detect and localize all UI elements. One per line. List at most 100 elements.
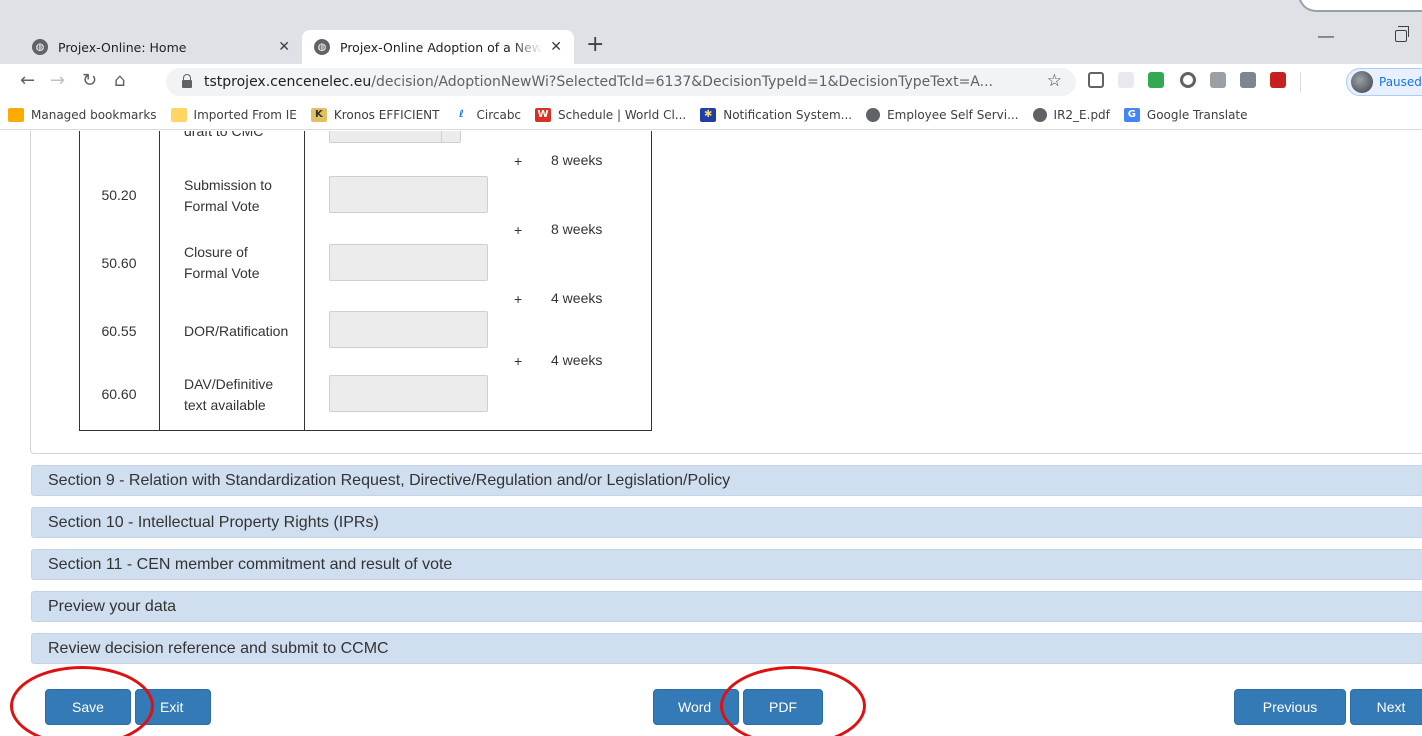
bookmark-translate[interactable]: G Google Translate <box>1123 107 1248 122</box>
bookmark-label: Managed bookmarks <box>31 107 157 122</box>
duration-plus: + <box>514 353 523 369</box>
page-content: draft to CMC + 8 weeks + 8 weeks + 4 wee… <box>0 131 1422 736</box>
bookmark-imported[interactable]: Imported From IE <box>170 107 297 122</box>
bookmark-managed[interactable]: Managed bookmarks <box>8 107 157 122</box>
url-path: /decision/AdoptionNewWi?SelectedTcId=613… <box>371 74 993 90</box>
close-tab-icon[interactable]: ✕ <box>278 39 290 55</box>
milestone-label-line: DOR/Ratification <box>184 323 289 339</box>
milestone-label-line: Submission to <box>184 177 272 193</box>
globe-icon: ◍ <box>314 39 330 55</box>
bookmark-label: Employee Self Servi... <box>887 107 1019 122</box>
toolbar-divider <box>1300 72 1301 92</box>
tab-title: Projex-Online: Home <box>58 39 187 55</box>
bookmark-label: Schedule | World Cl... <box>558 107 687 122</box>
milestone-label: DAV/Definitive text available <box>184 374 306 416</box>
bookmarks-bar: Managed bookmarks Imported From IE K Kron… <box>0 100 1422 130</box>
milestone-date-input[interactable] <box>329 176 488 213</box>
partial-row-input-addon[interactable] <box>441 131 461 143</box>
section-9-header[interactable]: Section 9 - Relation with Standardizatio… <box>31 465 1422 496</box>
bookmark-label: Kronos EFFICIENT <box>333 107 440 122</box>
sheets-extension-icon[interactable] <box>1148 72 1164 88</box>
section-10-header[interactable]: Section 10 - Intellectual Property Right… <box>31 507 1422 538</box>
browser-tab-home[interactable]: ◍ Projex-Online: Home ✕ <box>20 30 302 64</box>
pocket-extension-icon[interactable] <box>1088 72 1104 88</box>
milestone-label: Submission to Formal Vote <box>184 175 306 217</box>
eu-flag-icon: ✱ <box>700 107 717 122</box>
bookmark-employee[interactable]: Employee Self Servi... <box>866 107 1019 122</box>
section-11-header[interactable]: Section 11 - CEN member commitment and r… <box>31 549 1422 580</box>
bookmark-schedule[interactable]: W Schedule | World Cl... <box>535 107 687 122</box>
minimize-window-icon[interactable]: — <box>1318 28 1334 46</box>
bookmark-label: Notification System... <box>723 107 853 122</box>
review-submit-header[interactable]: Review decision reference and submit to … <box>31 633 1422 664</box>
milestone-label: DOR/Ratification <box>184 321 309 342</box>
milestone-date-input[interactable] <box>329 311 488 348</box>
bookmark-ir2[interactable]: IR2_E.pdf <box>1032 107 1110 122</box>
milestone-code: 50.60 <box>101 255 137 271</box>
milestone-label-line: Closure of <box>184 244 248 260</box>
g-extension-icon[interactable] <box>1210 72 1226 88</box>
reload-icon[interactable]: ↻ <box>82 70 97 91</box>
globe-icon <box>866 107 881 122</box>
calendar-extension-icon[interactable] <box>1240 72 1256 88</box>
next-button[interactable]: Next <box>1350 689 1422 725</box>
new-tab-button[interactable]: + <box>586 32 604 57</box>
circabc-icon: ℓ <box>453 107 470 122</box>
previous-button[interactable]: Previous <box>1234 689 1346 725</box>
address-bar[interactable]: tstprojex.cencenelec.eu/decision/Adoptio… <box>166 68 1076 96</box>
browser-tab-strip: ◍ Projex-Online: Home ✕ ◍ Projex-Online … <box>0 0 1422 64</box>
partial-row-label: draft to CMC <box>184 131 264 139</box>
circle-extension-icon[interactable] <box>1180 72 1196 88</box>
milestone-code: 60.55 <box>101 323 137 339</box>
browser-tab-adoption[interactable]: ◍ Projex-Online Adoption of a New ✕ <box>302 30 574 64</box>
close-tab-icon[interactable]: ✕ <box>550 39 562 55</box>
folder-icon <box>8 107 24 122</box>
milestone-code: 60.60 <box>101 386 137 402</box>
bookmark-label: Google Translate <box>1146 107 1248 122</box>
milestone-code: 50.20 <box>101 187 137 203</box>
duration-plus: + <box>514 291 523 307</box>
back-arrow-icon[interactable]: ← <box>20 70 35 91</box>
preview-data-header[interactable]: Preview your data <box>31 591 1422 622</box>
bookmark-circabc[interactable]: ℓ Circabc <box>453 107 522 122</box>
duration-plus: + <box>514 153 523 169</box>
schedule-icon: W <box>535 107 552 122</box>
column-divider <box>159 131 160 431</box>
lock-icon <box>182 74 192 88</box>
kronos-icon: K <box>310 107 327 122</box>
pdf-highlight-ellipse <box>720 666 866 736</box>
milestone-label-line: Formal Vote <box>184 265 260 281</box>
translate-icon: G <box>1123 107 1140 122</box>
bookmark-label: Circabc <box>476 107 522 122</box>
folder-icon <box>170 107 187 122</box>
milestone-label-line: DAV/Definitive <box>184 376 274 392</box>
duration-label: 4 weeks <box>551 290 603 306</box>
tab-title: Projex-Online Adoption of a New <box>340 39 543 55</box>
bookmark-kronos[interactable]: K Kronos EFFICIENT <box>310 107 440 122</box>
restore-window-icon[interactable] <box>1395 26 1409 42</box>
home-icon[interactable]: ⌂ <box>114 70 125 91</box>
shield-extension-icon[interactable] <box>1270 72 1286 88</box>
profile-status: Paused <box>1379 75 1422 89</box>
extension-icon[interactable] <box>1118 72 1134 88</box>
duration-label: 8 weeks <box>551 221 603 237</box>
bookmark-star-icon[interactable]: ☆ <box>1047 71 1062 91</box>
profile-outline <box>1298 0 1422 12</box>
forward-arrow-icon[interactable]: → <box>50 70 65 91</box>
duration-label: 8 weeks <box>551 152 603 168</box>
duration-plus: + <box>514 222 523 238</box>
milestone-label-line: Formal Vote <box>184 198 260 214</box>
bookmark-notification[interactable]: ✱ Notification System... <box>700 107 853 122</box>
bookmark-label: IR2_E.pdf <box>1053 107 1110 122</box>
milestone-date-input[interactable] <box>329 375 488 412</box>
browser-toolbar: ← → ↻ ⌂ tstprojex.cencenelec.eu/decision… <box>0 64 1422 100</box>
bookmark-label: Imported From IE <box>193 107 297 122</box>
milestone-date-input[interactable] <box>329 244 488 281</box>
duration-label: 4 weeks <box>551 352 603 368</box>
milestone-label: Closure of Formal Vote <box>184 242 306 284</box>
profile-button[interactable]: Paused <box>1346 68 1422 96</box>
milestone-label-line: text available <box>184 397 266 413</box>
avatar <box>1351 71 1373 93</box>
save-highlight-ellipse <box>10 666 154 736</box>
globe-icon <box>1032 107 1047 122</box>
